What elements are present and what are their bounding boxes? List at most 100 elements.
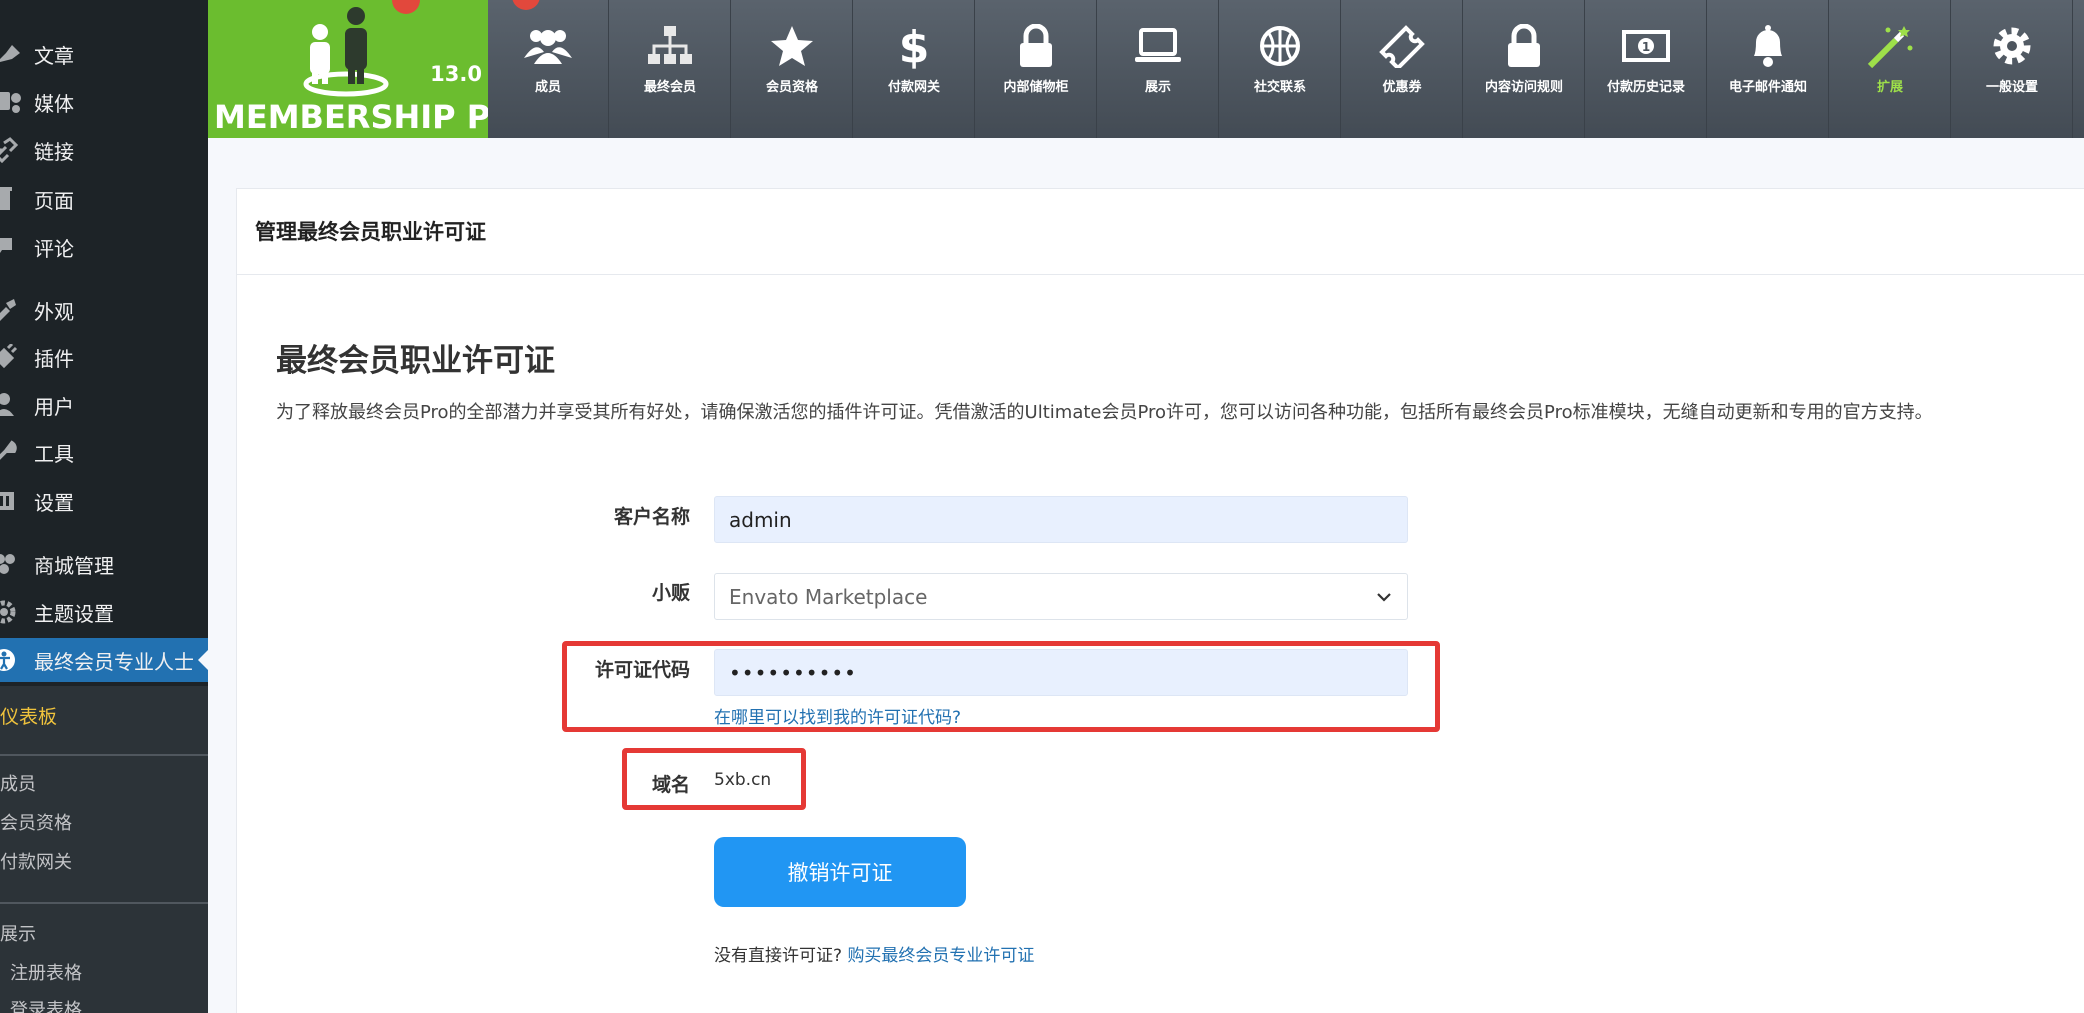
nav-tab[interactable]: 一般设置 bbox=[1952, 0, 2073, 138]
members-icon bbox=[524, 22, 572, 70]
nav-tab[interactable]: 内容访问规则 bbox=[1464, 0, 1585, 138]
wrench-icon bbox=[0, 439, 34, 465]
wp-menu-item[interactable]: 文章 bbox=[0, 32, 208, 76]
nav-tab[interactable]: 电子邮件通知 bbox=[1708, 0, 1829, 138]
wp-menu-item[interactable]: 用户 bbox=[0, 383, 208, 427]
submenu-dashboard[interactable]: 仪表板 bbox=[0, 702, 57, 729]
wp-menu-item[interactable]: 工具 bbox=[0, 430, 208, 474]
nav-tab-label: 展示 bbox=[1144, 80, 1171, 95]
gear-icon bbox=[0, 599, 34, 625]
star-icon bbox=[768, 22, 816, 70]
wp-menu-label: 插件 bbox=[34, 346, 74, 371]
lock-icon bbox=[1012, 22, 1060, 70]
nav-tab-label: 成员 bbox=[534, 80, 561, 95]
wp-menu-item[interactable]: 商城管理 bbox=[0, 542, 208, 586]
page-description: 为了释放最终会员Pro的全部潜力并享受其所有好处，请确保激活您的插件许可证。凭借… bbox=[276, 402, 1933, 423]
bell-icon bbox=[1744, 22, 1792, 70]
purchase-license-line: 没有直接许可证? 购买最终会员专业许可证 bbox=[714, 941, 1034, 966]
pin-icon bbox=[0, 41, 34, 67]
vendor-select[interactable]: Envato Marketplace bbox=[714, 573, 1408, 620]
wp-menu-label: 评论 bbox=[34, 236, 74, 261]
lock-icon bbox=[1500, 22, 1548, 70]
wp-menu-item[interactable]: 评论 bbox=[0, 225, 208, 269]
submenu-members[interactable]: 成员 bbox=[0, 770, 36, 796]
basketball-icon bbox=[1256, 22, 1304, 70]
wp-menu-item[interactable]: 页面 bbox=[0, 177, 208, 221]
buy-license-link[interactable]: 购买最终会员专业许可证 bbox=[847, 946, 1034, 966]
submenu-payment-gateways[interactable]: 付款网关 bbox=[0, 848, 72, 874]
nav-tab[interactable]: 优惠券 bbox=[1342, 0, 1463, 138]
wp-menu-item[interactable]: 主题设置 bbox=[0, 590, 208, 634]
shop-icon bbox=[0, 551, 34, 577]
banknote-icon: 1 bbox=[1622, 22, 1670, 70]
nav-tab-label: 优惠券 bbox=[1382, 80, 1422, 95]
svg-text:1: 1 bbox=[1642, 40, 1650, 54]
nav-tab[interactable]: 最终会员 bbox=[610, 0, 731, 138]
nav-tab-label: 一般设置 bbox=[1985, 80, 2038, 95]
ticket-icon bbox=[1378, 22, 1426, 70]
card-header: 管理最终会员职业许可证 bbox=[237, 189, 2084, 275]
accessibility-icon bbox=[0, 647, 34, 673]
settings-icon bbox=[0, 488, 34, 514]
wp-admin-sidebar: 文章媒体链接页面评论外观插件用户工具设置商城管理主题设置最终会员专业人士 仪表板… bbox=[0, 0, 208, 1013]
customer-name-value: admin bbox=[729, 507, 792, 532]
wp-menu-item[interactable]: 链接 bbox=[0, 128, 208, 172]
chevron-down-icon bbox=[1377, 593, 1391, 602]
nav-tab[interactable]: 社交联系 bbox=[1220, 0, 1341, 138]
submenu-separator bbox=[0, 754, 208, 756]
plugin-brand: MEMBERSHIP PRO bbox=[214, 98, 488, 136]
wp-menu-label: 页面 bbox=[34, 188, 74, 213]
submenu-memberships[interactable]: 会员资格 bbox=[0, 809, 72, 835]
comment-icon bbox=[0, 234, 34, 260]
wp-menu-label: 用户 bbox=[34, 394, 74, 419]
magic-wand-icon bbox=[1866, 22, 1914, 70]
wp-menu-item[interactable]: 外观 bbox=[0, 288, 208, 332]
card-header-title: 管理最终会员职业许可证 bbox=[255, 220, 486, 244]
plugin-version: 13.0 bbox=[430, 62, 482, 86]
wp-menu-label: 设置 bbox=[34, 490, 74, 515]
license-card: 管理最终会员职业许可证 最终会员职业许可证 为了释放最终会员Pro的全部潜力并享… bbox=[236, 188, 2084, 1013]
no-license-text: 没有直接许可证? bbox=[714, 946, 843, 966]
submenu-login-form[interactable]: 登录表格 bbox=[10, 996, 82, 1013]
people-logo-icon bbox=[303, 7, 389, 97]
nav-tab[interactable]: 扩展 bbox=[1830, 0, 1951, 138]
customer-name-input[interactable]: admin bbox=[714, 496, 1408, 543]
laptop-icon bbox=[1134, 22, 1182, 70]
membership-pro-logo[interactable]: 13.0 MEMBERSHIP PRO bbox=[208, 0, 488, 138]
wp-menu-item[interactable]: 设置 bbox=[0, 479, 208, 523]
nav-tab[interactable]: 内部储物柜 bbox=[976, 0, 1097, 138]
revoke-license-button[interactable]: 撤销许可证 bbox=[714, 837, 966, 907]
nav-tab-label: 社交联系 bbox=[1253, 80, 1306, 95]
hierarchy-icon bbox=[646, 22, 694, 70]
vendor-label: 小贩 bbox=[651, 582, 690, 604]
wp-menu-label: 主题设置 bbox=[34, 601, 114, 626]
nav-tab[interactable]: 1 付款历史记录 bbox=[1586, 0, 1707, 138]
submenu-separator bbox=[0, 902, 208, 904]
nav-tab-label: 最终会员 bbox=[643, 80, 696, 95]
wp-menu-item[interactable]: 最终会员专业人士 bbox=[0, 638, 208, 682]
wp-menu-item[interactable]: 媒体 bbox=[0, 80, 208, 124]
domain-highlight-box bbox=[622, 748, 806, 810]
submenu-showcases[interactable]: 展示 bbox=[0, 920, 36, 946]
wp-menu-item[interactable]: 插件 bbox=[0, 335, 208, 379]
svg-text:$: $ bbox=[899, 22, 930, 70]
wp-menu-label: 商城管理 bbox=[34, 553, 114, 578]
nav-tab[interactable]: $ 付款网关 bbox=[854, 0, 975, 138]
nav-tab[interactable]: 展示 bbox=[1098, 0, 1219, 138]
nav-tab-label: 电子邮件通知 bbox=[1728, 80, 1807, 95]
wp-menu-label: 链接 bbox=[34, 139, 74, 164]
nav-tab-label: 扩展 bbox=[1876, 80, 1903, 95]
media-icon bbox=[0, 89, 34, 115]
nav-tab[interactable]: 会员资格 bbox=[732, 0, 853, 138]
submenu-register-form[interactable]: 注册表格 bbox=[10, 959, 82, 985]
wp-menu-label: 文章 bbox=[34, 43, 74, 68]
nav-tab[interactable]: 成员 bbox=[488, 0, 609, 138]
nav-tab-label: 内部储物柜 bbox=[1003, 80, 1069, 95]
page-icon bbox=[0, 186, 34, 212]
plugin-submenu: 仪表板 成员 会员资格 付款网关 展示 注册表格 登录表格 bbox=[0, 686, 208, 1013]
user-icon bbox=[0, 392, 34, 418]
nav-tab-label: 会员资格 bbox=[765, 80, 818, 95]
nav-tab-label: 付款历史记录 bbox=[1606, 80, 1685, 95]
nav-tab-label: 付款网关 bbox=[887, 80, 940, 95]
plugin-icon bbox=[0, 344, 34, 370]
